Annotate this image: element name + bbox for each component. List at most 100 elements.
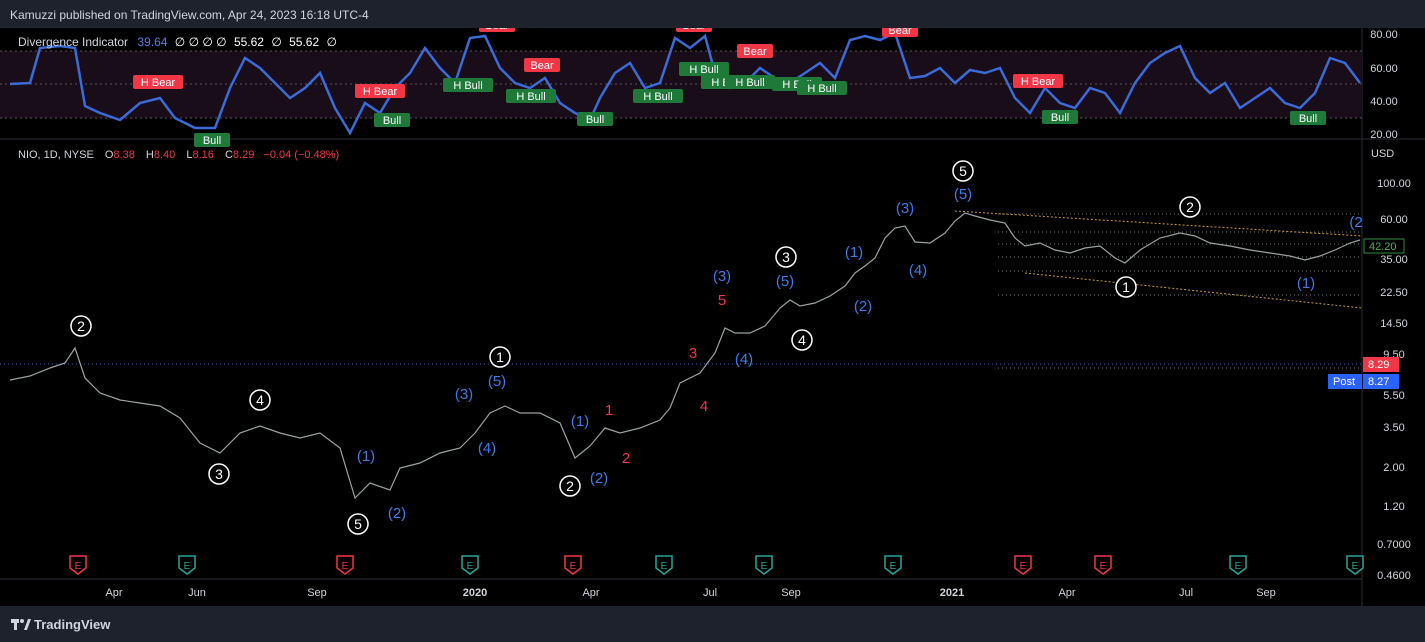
change-value: −0.04 (−0.48%) (263, 149, 340, 161)
svg-text:E: E (342, 561, 349, 572)
earnings-event-icon[interactable]: E (655, 555, 673, 575)
bear-tag: Bear (479, 28, 515, 32)
earnings-event-icon[interactable]: E (564, 555, 582, 575)
price-axis-tick: 22.50 (1380, 287, 1408, 299)
wave-label-blue: (3) (713, 268, 731, 285)
svg-text:E: E (890, 561, 897, 572)
svg-text:E: E (467, 561, 474, 572)
wave-label-circled: 1 (489, 346, 511, 368)
time-axis-tick: Apr (105, 587, 122, 599)
bear-tag: Bear (882, 28, 918, 37)
svg-text:E: E (1020, 561, 1027, 572)
bull-tag: H Bull (679, 62, 729, 76)
bull-tag: H Bull (443, 78, 493, 92)
wave-label-blue: (4) (478, 440, 496, 457)
wave-label-text: 5 (354, 516, 362, 532)
earnings-event-icon[interactable]: E (461, 555, 479, 575)
wave-label-blue: (5) (776, 273, 794, 290)
time-axis-tick: Jul (703, 587, 717, 599)
wave-label-text: 1 (496, 349, 504, 365)
tag-label: H Bull (516, 91, 545, 103)
oscillator-value-2: 55.62 (233, 35, 264, 49)
time-axis-tick: Sep (1256, 587, 1276, 599)
bear-tag: H Bear (133, 75, 183, 89)
earnings-event-icon[interactable]: E (884, 555, 902, 575)
earnings-event-icon[interactable]: E (755, 555, 773, 575)
wave-label-blue: (2) (590, 470, 608, 487)
chart-canvas[interactable]: H Bear Bull H Bear Bull Bear H Bull Bear H Bull… (0, 28, 1425, 606)
oscillator-legend[interactable]: Divergence Indicator 39.64 ∅ ∅ ∅ ∅ 55.62… (18, 35, 337, 49)
chart-area[interactable]: H Bear Bull H Bear Bull Bear H Bull Bear H Bull… (0, 28, 1425, 606)
wave-label-text: 5 (959, 163, 967, 179)
oscillator-value-1: 39.64 (137, 35, 168, 49)
wave-label-text: 1 (1122, 279, 1130, 295)
bear-tag: H Bear (1013, 74, 1063, 88)
bear-tag: Bear (524, 58, 560, 72)
publish-header: Kamuzzi published on TradingView.com, Ap… (0, 0, 1425, 28)
bear-tag: Bear (737, 44, 773, 58)
oscillator-name: Divergence Indicator (18, 35, 129, 49)
oscillator-zero-last: ∅ (326, 35, 337, 49)
tag-label: Bull (1051, 112, 1069, 124)
tag-label: Bear (682, 28, 706, 32)
wave-label-blue: (3) (455, 386, 473, 403)
wave-label-circled: 3 (775, 246, 797, 268)
wave-label-circled: 1 (1115, 276, 1137, 298)
tradingview-logo-icon[interactable] (10, 615, 32, 633)
oscillator-zeros: ∅ ∅ ∅ ∅ (174, 35, 227, 49)
tag-label: Bull (1299, 113, 1317, 125)
close-label: C (224, 149, 233, 161)
earnings-event-icon[interactable]: E (1346, 555, 1364, 575)
wave-label-red: 2 (622, 450, 630, 467)
bull-tag: H Bull (725, 75, 775, 89)
symbol-name: NIO, 1D, NYSE (18, 149, 94, 161)
svg-text:E: E (570, 561, 577, 572)
svg-text:E: E (75, 561, 82, 572)
wave-label-text: 3 (782, 249, 790, 265)
svg-text:E: E (1100, 561, 1107, 572)
wave-label-circled: 5 (347, 513, 369, 535)
wave-label-circled: 4 (249, 389, 271, 411)
earnings-event-icon[interactable]: E (69, 555, 87, 575)
low-value: 8.16 (192, 149, 214, 161)
time-axis-tick: Sep (307, 587, 327, 599)
bull-tag: Bull (374, 113, 410, 127)
last-price-text: 8.29 (1368, 359, 1389, 371)
tag-label: H Bear (1021, 76, 1056, 88)
wave-label-blue: (1) (845, 244, 863, 261)
earnings-event-icon[interactable]: E (1229, 555, 1247, 575)
wave-label-red: 1 (605, 402, 613, 419)
earnings-event-icon[interactable]: E (336, 555, 354, 575)
wave-label-text: 2 (1186, 199, 1194, 215)
osc-axis-tick: 20.00 (1370, 129, 1398, 141)
earnings-event-icon[interactable]: E (1014, 555, 1032, 575)
osc-axis-tick: 60.00 (1370, 63, 1398, 75)
price-axis-tick: 2.00 (1383, 462, 1404, 474)
svg-text:E: E (661, 561, 668, 572)
price-axis-tick: 100.00 (1377, 178, 1411, 190)
time-axis-tick: Sep (781, 587, 801, 599)
bear-tag: Bear (676, 28, 712, 32)
oscillator-value-3: 55.62 (289, 35, 320, 49)
time-axis-tick: Apr (582, 587, 599, 599)
brand-name[interactable]: TradingView (34, 617, 110, 632)
symbol-legend[interactable]: NIO, 1D, NYSE O8.38 H8.40 L8.16 C8.29 −0… (18, 149, 339, 161)
earnings-event-icon[interactable]: E (1094, 555, 1112, 575)
wave-label-red: 4 (700, 398, 708, 415)
wave-label-blue: (2) (388, 505, 406, 522)
high-label: H (145, 149, 154, 161)
svg-text:E: E (761, 561, 768, 572)
bull-tag: H Bull (797, 81, 847, 95)
close-value: 8.29 (232, 149, 255, 161)
bull-tag: H Bull (633, 89, 683, 103)
wave-label-red: 5 (718, 292, 726, 309)
wave-label-circled: 3 (208, 463, 230, 485)
currency-label: USD (1371, 148, 1394, 160)
wave-label-blue: (5) (488, 373, 506, 390)
wave-label-text: 4 (798, 332, 806, 348)
earnings-event-icon[interactable]: E (178, 555, 196, 575)
wave-label-red: 3 (689, 345, 697, 362)
wave-label-circled: 2 (70, 315, 92, 337)
wave-label-text: 2 (77, 318, 85, 334)
price-axis-tick: 3.50 (1383, 422, 1404, 434)
